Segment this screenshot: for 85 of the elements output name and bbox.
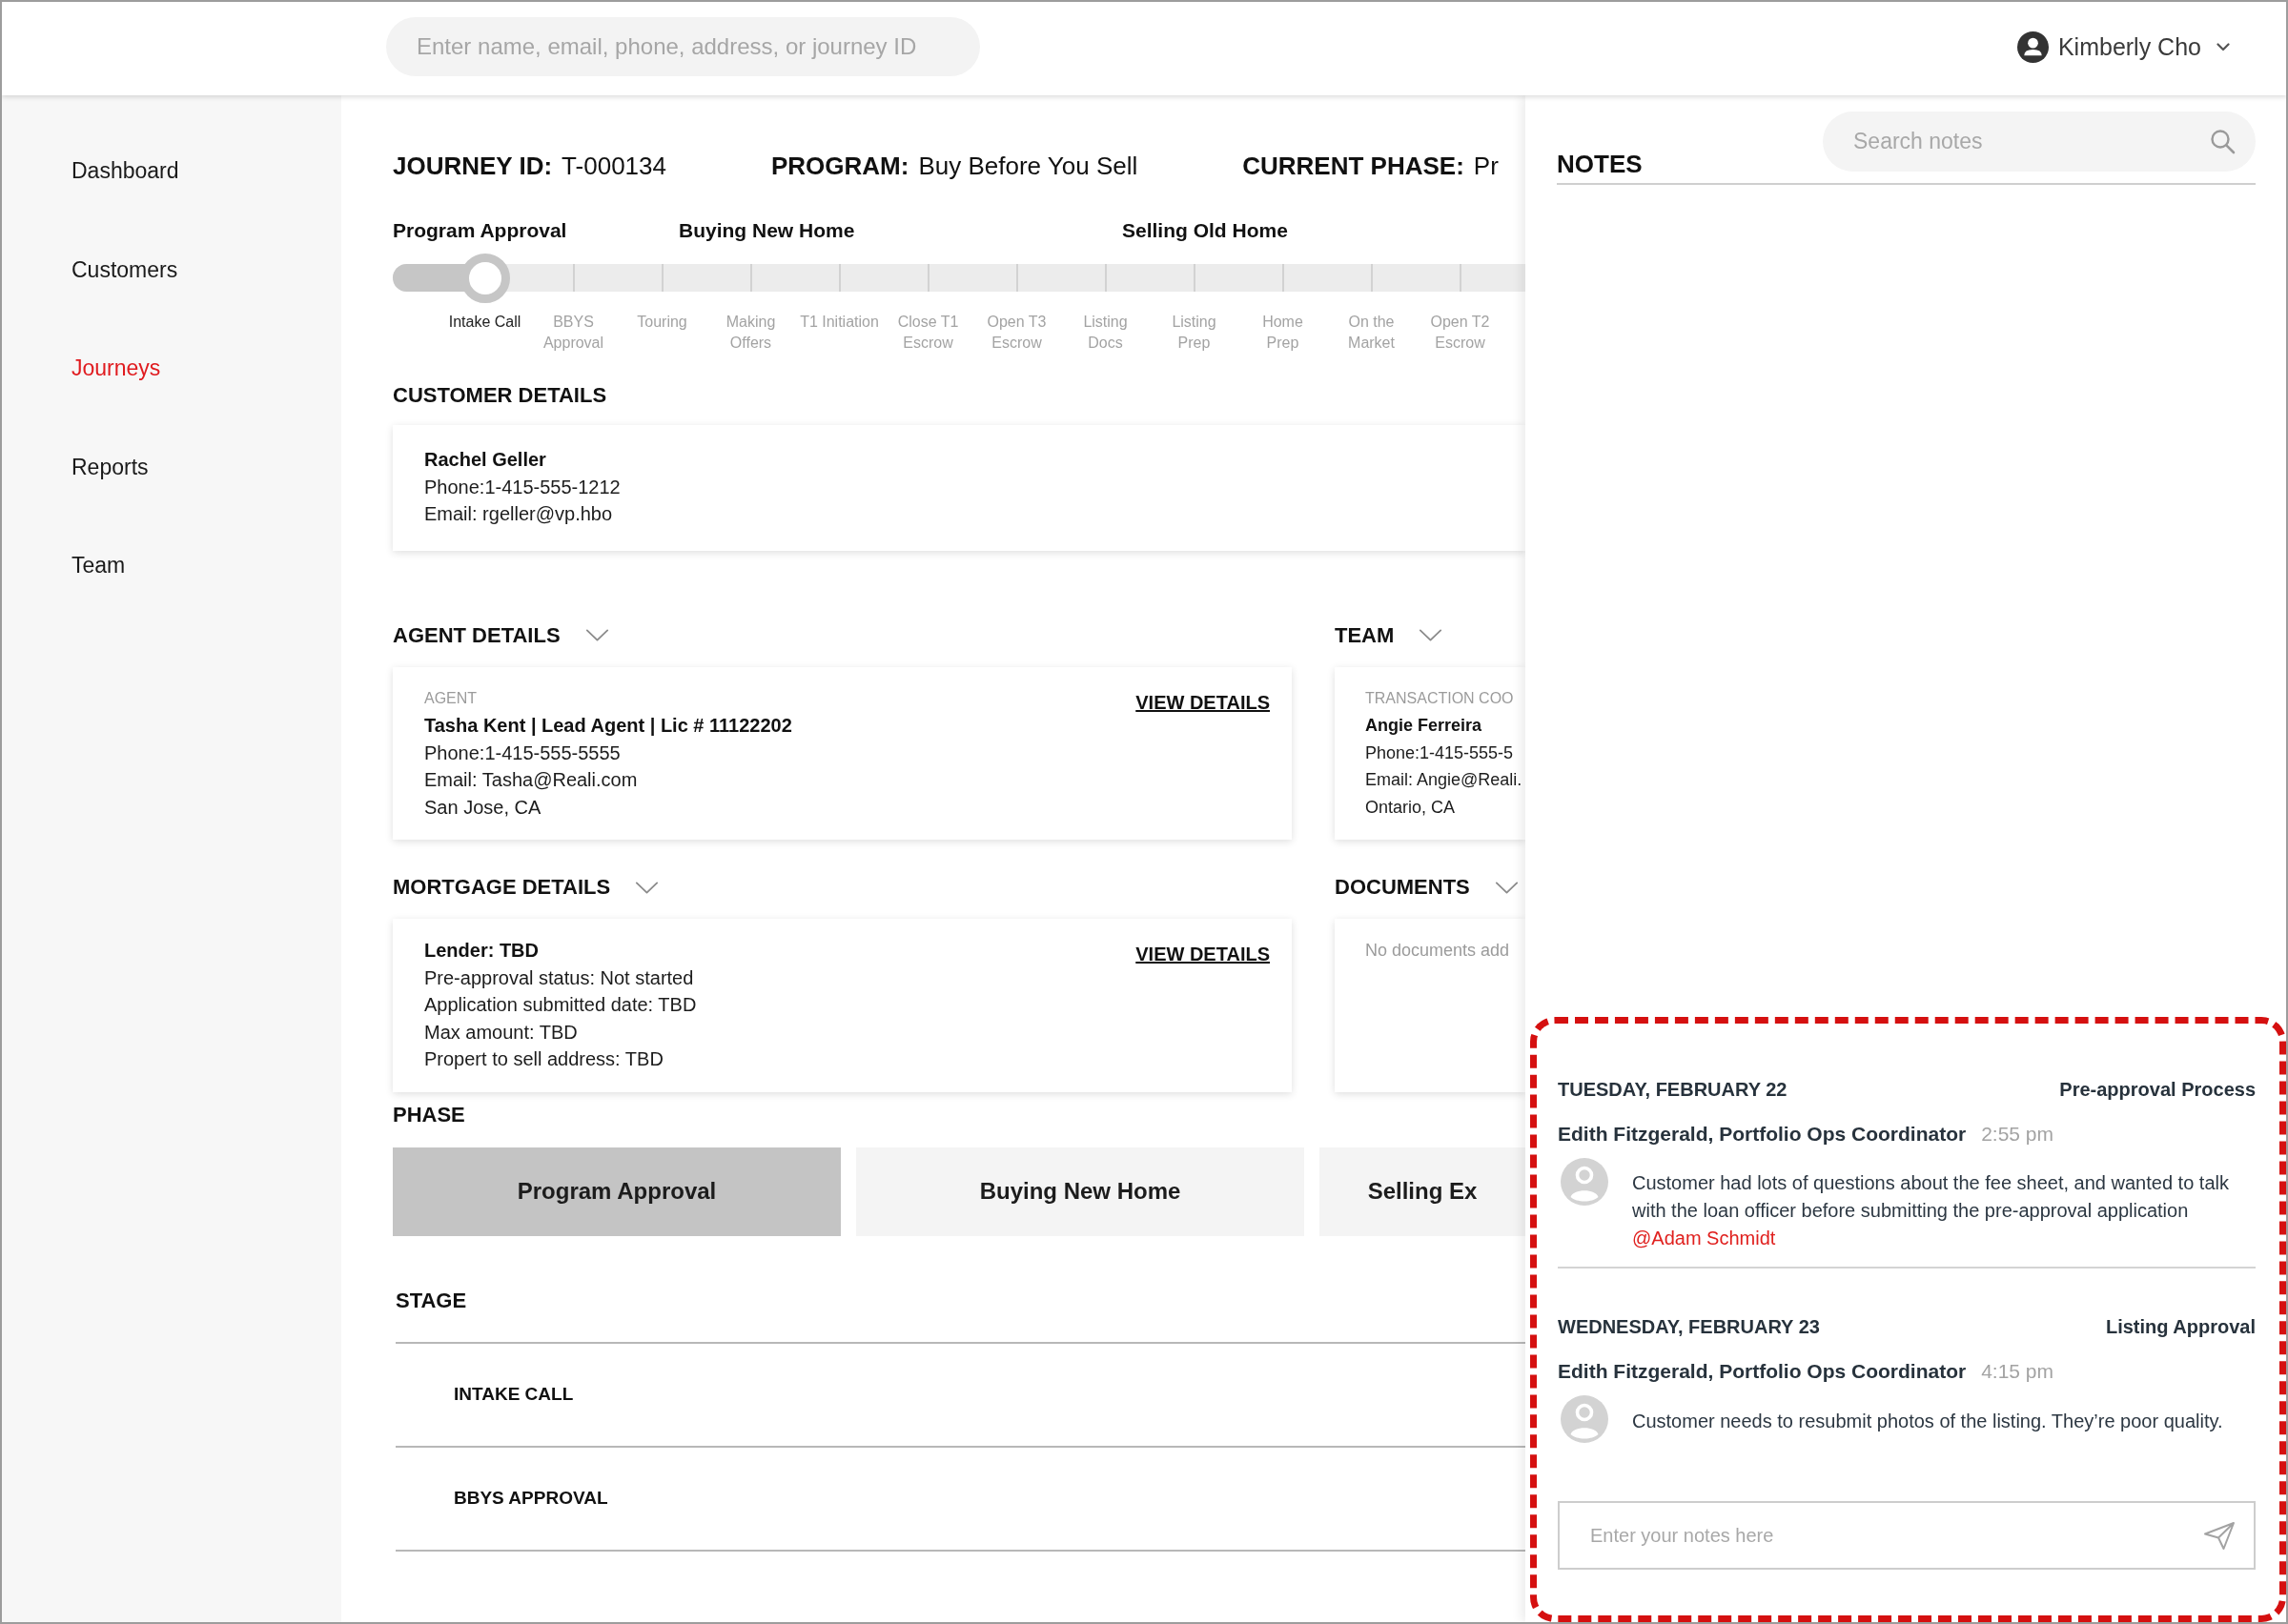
info-value: T-000134	[562, 151, 666, 181]
customer-name: Rachel Geller	[424, 448, 546, 472]
info-value: Buy Before You Sell	[918, 151, 1138, 181]
note-date: TUESDAY, FEBRUARY 22	[1558, 1077, 1788, 1102]
detail-line: Email: Tasha@Reali.com	[424, 768, 638, 792]
card-caption: AGENT	[424, 688, 478, 708]
stage-label: Touring	[637, 313, 687, 332]
avatar-icon	[1561, 1157, 1608, 1206]
send-icon[interactable]	[2203, 1521, 2236, 1551]
notes-title: NOTES	[1557, 149, 1643, 180]
search-field[interactable]: Search notes	[1823, 112, 2256, 172]
stage-name: BBYS APPROVAL	[454, 1487, 608, 1510]
nav-item[interactable]: Team	[72, 551, 126, 579]
detail-line: Ontario, CA	[1365, 796, 1456, 819]
stage-label: On the Market	[1348, 313, 1395, 353]
stage-label: BBYS Approval	[542, 313, 604, 353]
detail-line: Application submitted date: TBD	[424, 993, 697, 1017]
stage-label: Close T1 Escrow	[897, 313, 959, 353]
note-time: 2:55 pm	[1981, 1121, 2054, 1147]
detail-line: Phone:1-415-555-5555	[424, 741, 621, 765]
view-details-link[interactable]: VIEW DETAILS	[1135, 941, 1270, 968]
section-title: MORTGAGE DETAILS	[393, 875, 611, 900]
chevron-down-icon[interactable]	[1419, 629, 1443, 641]
info-label: JOURNEY ID:	[393, 151, 553, 181]
stage-label: Listing Prep	[1172, 313, 1216, 353]
detail-line: San Jose, CA	[424, 795, 541, 820]
section-title: STAGE	[396, 1288, 467, 1313]
chevron-down-icon[interactable]	[1494, 881, 1519, 894]
contact-name: Angie Ferreira	[1365, 715, 1482, 737]
stage-label: Listing Docs	[1083, 313, 1128, 353]
note-category: Listing Approval	[2105, 1315, 2256, 1339]
section-title: CUSTOMER DETAILS	[393, 383, 607, 408]
mention-link[interactable]: @Adam Schmidt	[1632, 1225, 1776, 1252]
note-date: WEDNESDAY, FEBRUARY 23	[1558, 1315, 1820, 1339]
stage-label: T1 Initiation	[800, 313, 879, 332]
phase-label: Buying New Home	[679, 219, 855, 241]
detail-line: Phone:1-415-555-1212	[424, 475, 621, 499]
nav-item[interactable]: Reports	[72, 452, 149, 481]
contact-name: Lender: TBD	[424, 939, 539, 963]
contact-name: Tasha Kent | Lead Agent | Lic # 11122202	[424, 714, 792, 738]
detail-line: Pre-approval status: Not started	[424, 965, 694, 990]
search-field[interactable]: Enter name, email, phone, address, or journey ID	[386, 17, 980, 76]
phase-tab[interactable]: Program Approval	[393, 1147, 841, 1236]
search-icon[interactable]	[2210, 129, 2236, 154]
user-menu[interactable]: Kimberly Cho	[2016, 30, 2230, 63]
nav-item[interactable]: Journeys	[72, 354, 161, 382]
avatar-icon	[1561, 1395, 1608, 1443]
info-label: PROGRAM:	[771, 151, 909, 181]
chevron-down-icon[interactable]	[584, 629, 609, 641]
section-title: PHASE	[393, 1102, 465, 1127]
chevron-down-icon[interactable]	[2216, 42, 2230, 51]
note-author: Edith Fitzgerald, Portfolio Ops Coordinator	[1558, 1121, 1967, 1147]
stage-label: Open T2 Escrow	[1430, 313, 1490, 353]
phase-label: Selling Old Home	[1122, 219, 1288, 241]
empty-message: No documents add	[1365, 940, 1510, 962]
phase-tab[interactable]: Selling Ex	[1319, 1147, 1525, 1236]
view-details-link[interactable]: VIEW DETAILS	[1135, 688, 1270, 716]
section-title: AGENT DETAILS	[393, 622, 561, 648]
info-value: Pr	[1473, 151, 1499, 181]
detail-line: Max amount: TBD	[424, 1020, 578, 1045]
section-title: TEAM	[1335, 622, 1395, 648]
detail-line: Email: rgeller@vp.hbo	[424, 502, 613, 526]
user-avatar-icon	[2016, 30, 2049, 63]
detail-line: Email: Angie@Reali.	[1365, 769, 1522, 791]
note-input[interactable]: Enter your notes here	[1558, 1501, 2256, 1570]
stage-label: Open T3 Escrow	[987, 313, 1047, 353]
note-text: Customer had lots of questions about the fee sheet, and wanted to talk with the loan officer before submitting the pre-approval application @Adam Schmidt	[1632, 1157, 2256, 1252]
detail-line: Phone:1-415-555-5	[1365, 741, 1514, 764]
note-category: Pre-approval Process	[2059, 1077, 2256, 1102]
info-label: CURRENT PHASE:	[1242, 151, 1464, 181]
stage-name: INTAKE CALL	[454, 1383, 574, 1406]
stage-label: Intake Call	[448, 313, 521, 332]
section-title: DOCUMENTS	[1335, 875, 1470, 900]
note-time: 4:15 pm	[1981, 1359, 2054, 1384]
note-text: Customer needs to resubmit photos of the listing. They’re poor quality.	[1632, 1409, 2223, 1433]
note-author: Edith Fitzgerald, Portfolio Ops Coordinator	[1558, 1359, 1967, 1384]
phase-label: Program Approval	[393, 219, 567, 241]
detail-line: Propert to sell address: TBD	[424, 1047, 664, 1071]
phase-tab[interactable]: Buying New Home	[856, 1147, 1304, 1236]
nav-item[interactable]: Dashboard	[72, 156, 179, 185]
chevron-down-icon[interactable]	[635, 881, 660, 894]
stage-label: Home Prep	[1262, 313, 1303, 353]
card-caption: TRANSACTION COO	[1365, 688, 1514, 708]
nav-item[interactable]: Customers	[72, 254, 178, 284]
stage-label: Making Offers	[725, 313, 776, 353]
